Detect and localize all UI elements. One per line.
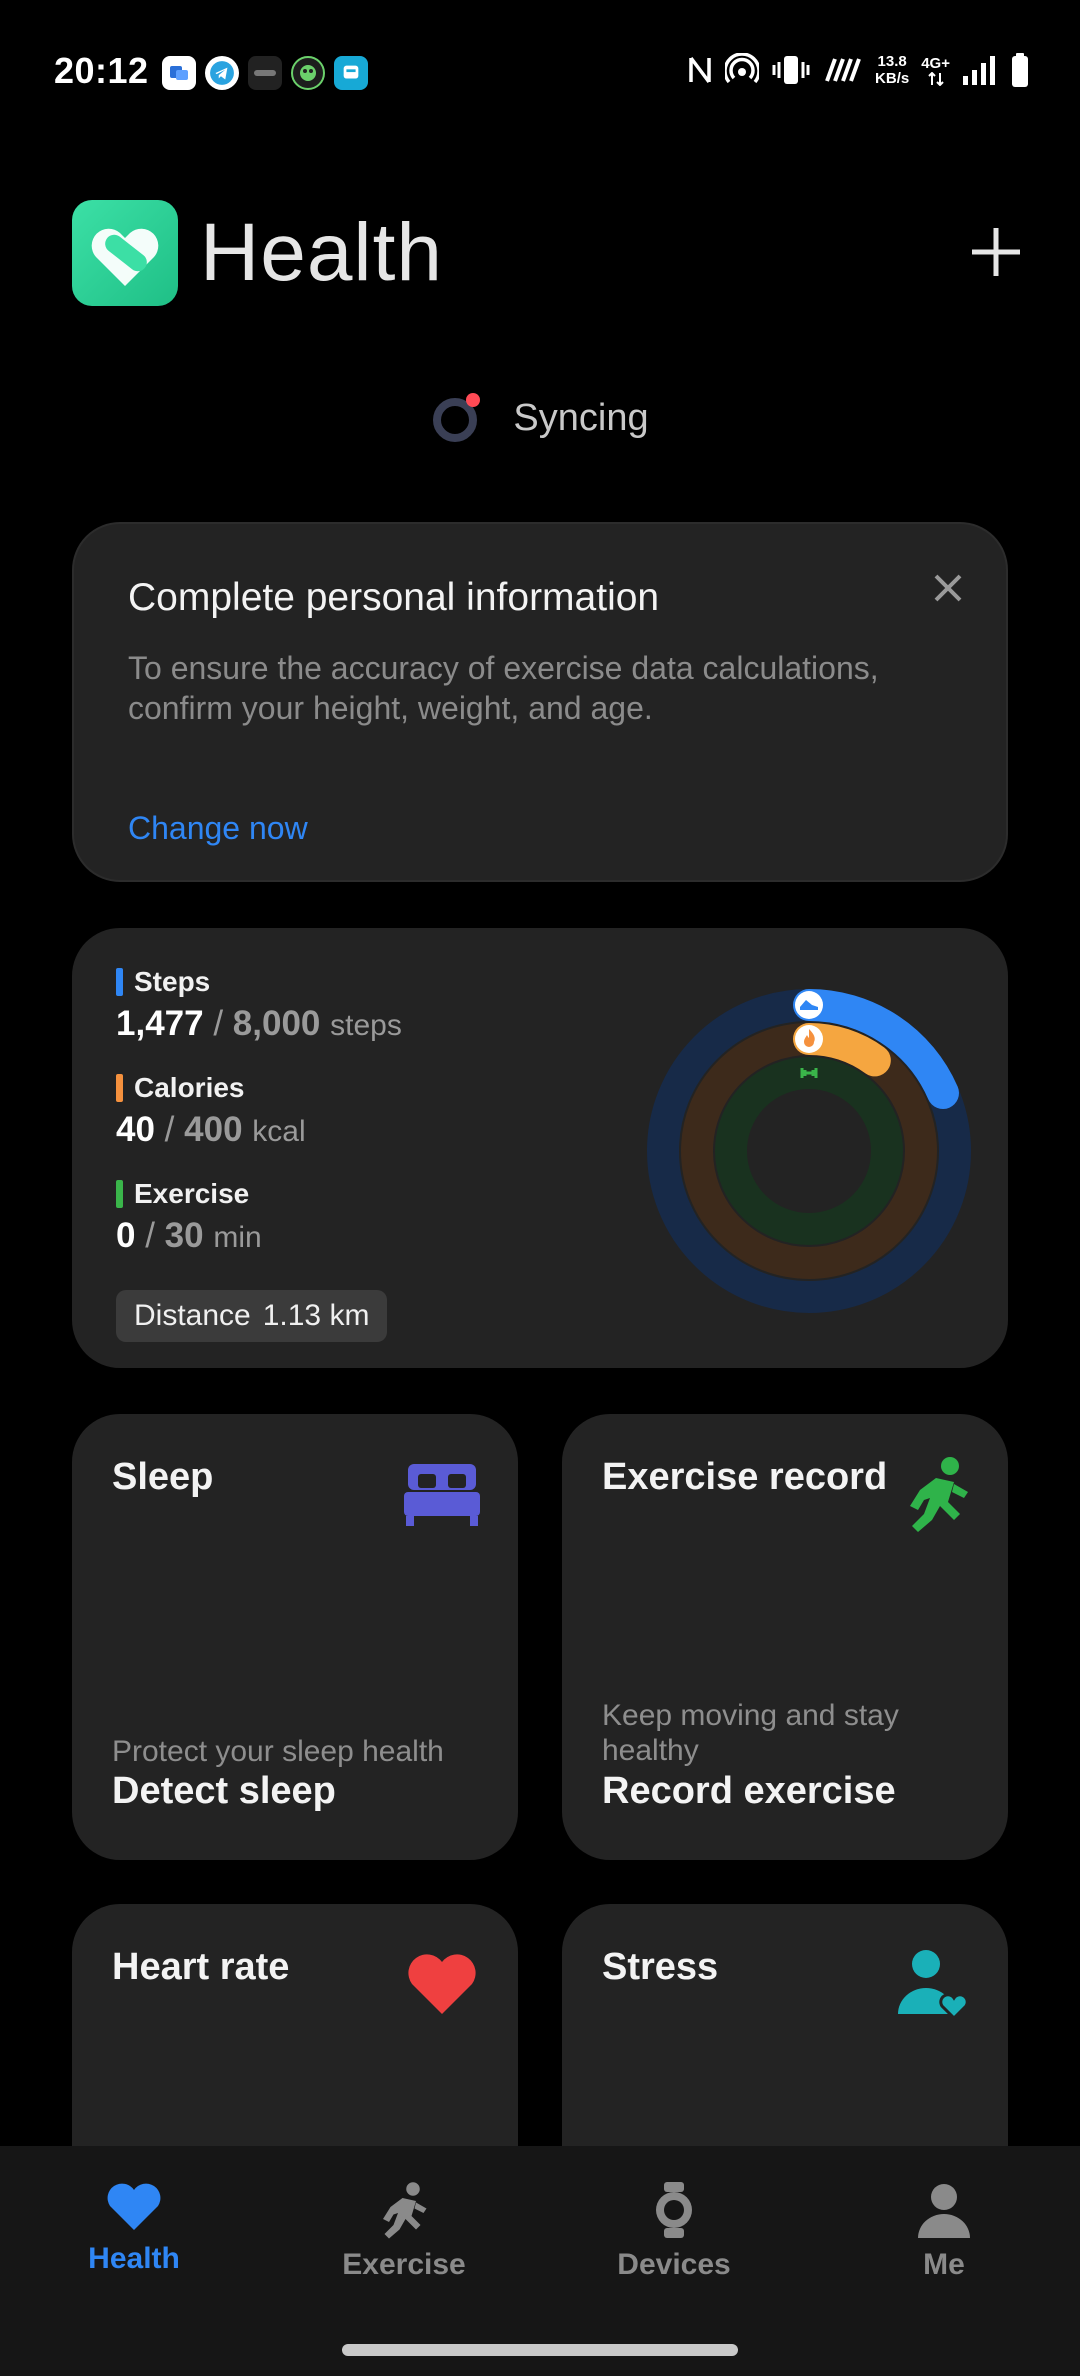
steps-label: Steps [134, 966, 211, 997]
nav-me-label: Me [923, 2248, 965, 2281]
heart-icon [107, 2183, 161, 2230]
info-card-description: To ensure the accuracy of exercise data … [128, 650, 879, 726]
steps-target: 8,000 [232, 1004, 321, 1043]
notification-icons [162, 56, 368, 90]
bottom-navigation: Health Exercise Devices Me [0, 2146, 1080, 2376]
home-indicator[interactable] [342, 2344, 738, 2356]
person-icon [918, 2184, 970, 2238]
app-icon [334, 56, 368, 90]
exercise-record-card[interactable]: Exercise record Keep moving and stay hea… [562, 1414, 1008, 1860]
close-icon [934, 574, 962, 602]
sleep-title: Sleep [112, 1456, 214, 1498]
hotspot-icon [725, 53, 760, 84]
exercise-current: 0 [116, 1216, 136, 1255]
heart-rate-title: Heart rate [112, 1946, 290, 1988]
activity-rings [647, 989, 971, 1313]
running-icon [910, 1457, 968, 1532]
data-arrows-icon [927, 71, 944, 86]
steps-separator: / [213, 1004, 224, 1043]
app-title: Health [200, 207, 444, 298]
network-type: 4G+ [921, 54, 950, 72]
steps-current: 1,477 [116, 1004, 204, 1043]
exercise-metric: Exercise 0 / 30 min [116, 1178, 262, 1256]
exercise-label: Exercise [134, 1178, 250, 1209]
network-speed: 13.8 KB/s [875, 53, 909, 87]
app-icon [248, 56, 282, 90]
distance-label: Distance [134, 1299, 251, 1332]
battery-icon [1012, 53, 1028, 87]
nav-me[interactable]: Me [844, 2180, 1044, 2282]
sync-status: Syncing [0, 390, 1080, 446]
game-icon [291, 56, 325, 90]
sleep-subtitle: Protect your sleep health [112, 1735, 444, 1768]
close-button[interactable] [928, 568, 968, 608]
flame-icon [795, 1025, 823, 1053]
steps-color-bar [116, 968, 123, 996]
nav-health-label: Health [88, 2242, 180, 2275]
shoe-icon [795, 991, 823, 1019]
add-button[interactable] [968, 224, 1024, 280]
calories-label: Calories [134, 1072, 245, 1103]
record-exercise-label: Record exercise [602, 1770, 896, 1812]
signal-bars-icon [963, 56, 995, 85]
nav-devices[interactable]: Devices [574, 2180, 774, 2282]
activity-card[interactable]: Steps 1,477 / 8,000 steps Calories 40 / … [72, 928, 1008, 1368]
status-icons: 13.8 KB/s 4G+ [687, 52, 1030, 88]
calories-separator: / [164, 1110, 175, 1149]
nav-devices-label: Devices [617, 2248, 731, 2281]
exercise-separator: / [145, 1216, 155, 1255]
nfc-icon [689, 56, 711, 84]
bed-icon [404, 1464, 480, 1526]
telegram-icon [205, 56, 239, 90]
distance-chip: Distance 1.13 km [116, 1290, 388, 1342]
person-heart-icon [898, 1950, 969, 2021]
exercise-ring-track [715, 1057, 903, 1245]
watch-icon [656, 2182, 692, 2238]
exercise-target: 30 [164, 1216, 204, 1255]
photos-icon [162, 56, 196, 90]
info-card-title: Complete personal information [128, 576, 660, 619]
exercise-color-bar [116, 1180, 123, 1208]
calories-metric: Calories 40 / 400 kcal [116, 1072, 306, 1150]
calories-target: 400 [184, 1110, 243, 1149]
speed-value: 13.8 [877, 53, 907, 70]
detect-sleep-label: Detect sleep [112, 1770, 336, 1812]
speed-unit: KB/s [875, 70, 910, 87]
heart-icon [408, 1954, 476, 2014]
nav-exercise-label: Exercise [342, 2248, 466, 2281]
exercise-record-title: Exercise record [602, 1456, 888, 1498]
sleep-card[interactable]: Sleep Protect your sleep health Detect s… [72, 1414, 518, 1860]
running-icon [383, 2182, 427, 2239]
signal-quality-icon [825, 58, 861, 82]
steps-unit: steps [330, 1009, 402, 1042]
app-logo [72, 200, 178, 306]
exercise-record-subtitle: Keep moving and stay healthy [602, 1699, 899, 1767]
nav-health[interactable]: Health [34, 2180, 234, 2276]
steps-metric: Steps 1,477 / 8,000 steps [116, 966, 402, 1044]
calories-color-bar [116, 1074, 123, 1102]
change-now-link[interactable]: Change now [128, 810, 308, 847]
calories-unit: kcal [252, 1115, 306, 1148]
network-indicator: 4G+ [921, 55, 950, 86]
plus-icon [972, 228, 1020, 276]
exercise-unit: min [213, 1221, 262, 1254]
sync-label: Syncing [513, 396, 649, 439]
vibrate-icon [772, 56, 810, 84]
stress-title: Stress [602, 1946, 719, 1988]
nav-exercise[interactable]: Exercise [304, 2180, 504, 2282]
sync-spinner-icon [433, 393, 481, 442]
distance-value: 1.13 km [262, 1299, 370, 1332]
status-time: 20:12 [54, 50, 149, 91]
personal-info-card: Complete personal information To ensure … [72, 522, 1008, 882]
calories-current: 40 [116, 1110, 155, 1149]
